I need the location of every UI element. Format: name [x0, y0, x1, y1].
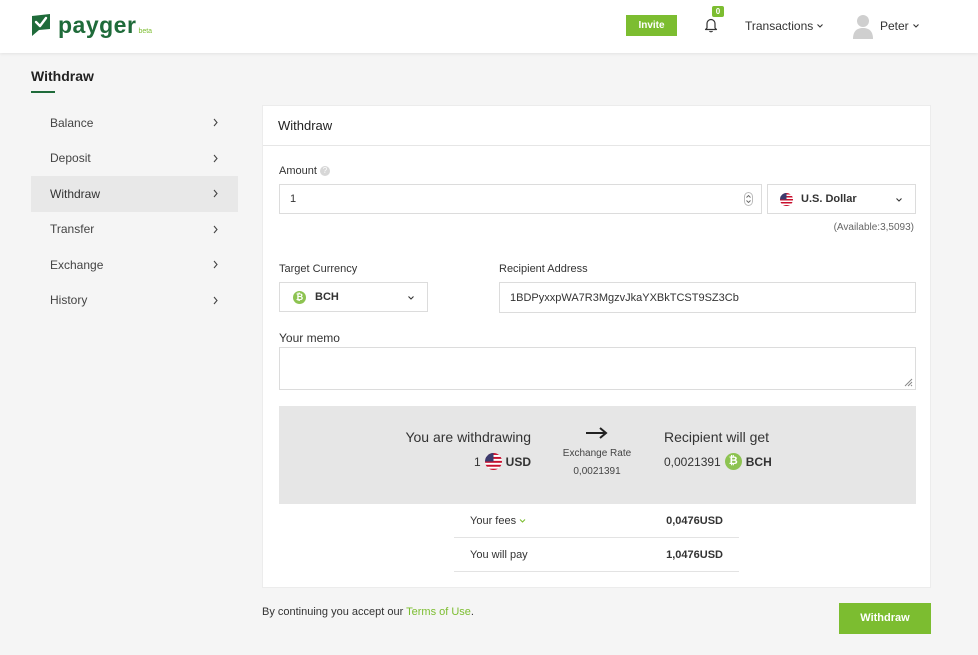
pay-value: 1,0476USD — [666, 548, 723, 561]
us-flag-icon — [484, 453, 502, 470]
terms-note: By continuing you accept our Terms of Us… — [262, 606, 474, 618]
exchange-rate-value: 0,0021391 — [573, 466, 621, 477]
recipient-address-input[interactable]: 1BDPyxxpWA7R3MgzvJkaYXBkTCST9SZ3Cb — [499, 282, 916, 313]
fees-value: 0,0476USD — [666, 514, 723, 527]
terms-of-use-link[interactable]: Terms of Use — [406, 606, 471, 618]
recipient-address-value: 1BDPyxxpWA7R3MgzvJkaYXBkTCST9SZ3Cb — [510, 291, 739, 304]
bch-icon: ₿ — [293, 290, 306, 304]
transactions-menu[interactable]: Transactions — [745, 19, 824, 33]
sidebar-item-label: Exchange — [50, 257, 104, 272]
recipient-address-label: Recipient Address — [499, 263, 588, 275]
amount-input[interactable]: 1 — [279, 184, 762, 214]
avatar-icon[interactable] — [852, 13, 874, 39]
chevron-right-icon — [213, 260, 218, 269]
page-title-underline — [31, 91, 55, 93]
sidebar-item-withdraw[interactable]: Withdraw — [31, 176, 238, 212]
notification-badge: 0 — [712, 6, 724, 17]
recipient-gets-currency: BCH — [745, 454, 772, 469]
sidebar-item-label: Withdraw — [50, 186, 101, 201]
target-currency-selected: BCH — [315, 291, 339, 303]
withdraw-summary: You are withdrawing 1 USD Exchange Rate … — [279, 406, 916, 504]
sidebar-nav: Balance Deposit Withdraw Transfer Exchan… — [31, 105, 238, 318]
chevron-right-icon — [213, 154, 218, 163]
beta-badge: beta — [138, 28, 153, 35]
sidebar-item-balance[interactable]: Balance — [31, 105, 238, 141]
amount-value: 1 — [290, 193, 297, 205]
sidebar-item-deposit[interactable]: Deposit — [31, 141, 238, 177]
user-menu[interactable]: Peter — [880, 19, 920, 33]
card-title: Withdraw — [263, 106, 930, 146]
help-icon[interactable]: ? — [319, 166, 330, 176]
sidebar-item-transfer[interactable]: Transfer — [31, 212, 238, 248]
bch-icon: ₿ — [724, 453, 742, 470]
terms-note-prefix: By continuing you accept our — [262, 606, 407, 618]
amount-label-wrap: Amount? — [279, 165, 330, 177]
withdrawing-currency: USD — [505, 454, 531, 469]
sidebar-item-label: Transfer — [50, 222, 95, 237]
brand-name: payger — [58, 12, 137, 38]
chevron-right-icon — [213, 225, 218, 234]
chevron-down-icon — [519, 518, 526, 523]
chevron-right-icon — [213, 118, 218, 127]
bell-icon[interactable] — [704, 17, 718, 33]
withdraw-button[interactable]: Withdraw — [839, 603, 931, 634]
sidebar-item-label: History — [50, 293, 88, 308]
user-name: Peter — [880, 19, 909, 33]
withdrawing-title: You are withdrawing — [405, 429, 531, 445]
stepper-icon[interactable] — [744, 192, 753, 206]
fees-label: Your fees — [470, 514, 517, 527]
withdrawing-amount: 1 USD — [474, 453, 531, 470]
chevron-down-icon — [817, 24, 824, 28]
recipient-gets-title: Recipient will get — [664, 429, 770, 445]
payger-logo[interactable]: payger beta — [30, 13, 152, 37]
chevron-right-icon — [213, 296, 218, 305]
transactions-label: Transactions — [745, 19, 814, 33]
withdrawing-amount-value: 1 — [473, 454, 481, 469]
withdraw-card: Withdraw Amount? 1 U.S. Dollar (Availabl… — [262, 105, 931, 588]
amount-label: Amount — [279, 165, 317, 177]
arrow-right-icon — [586, 427, 608, 439]
exchange-rate-label: Exchange Rate — [562, 448, 632, 459]
fees-row: Your fees 0,0476USD — [454, 504, 739, 538]
top-header: payger beta Invite 0 Transactions Peter — [0, 0, 978, 53]
pay-label: You will pay — [470, 548, 528, 561]
currency-select[interactable]: U.S. Dollar — [767, 184, 916, 214]
chevron-down-icon — [912, 24, 919, 28]
sidebar-item-label: Deposit — [50, 151, 91, 166]
recipient-gets-amount: 0,0021391 ₿ BCH — [664, 453, 772, 470]
chevron-down-icon — [896, 198, 902, 202]
page-title: Withdraw — [31, 68, 94, 84]
fees-toggle[interactable]: Your fees — [470, 515, 526, 527]
target-currency-label: Target Currency — [279, 263, 358, 275]
currency-selected: U.S. Dollar — [801, 193, 857, 205]
payger-logo-icon — [32, 14, 50, 36]
terms-note-suffix: . — [470, 606, 474, 618]
resize-handle-icon[interactable] — [903, 377, 913, 387]
memo-label: Your memo — [279, 331, 340, 345]
total-row: You will pay 1,0476USD — [454, 538, 739, 572]
chevron-down-icon — [408, 296, 414, 300]
sidebar-item-label: Balance — [50, 115, 94, 130]
us-flag-icon — [780, 192, 793, 206]
memo-textarea[interactable] — [279, 347, 916, 390]
recipient-gets-value: 0,0021391 — [664, 454, 721, 469]
sidebar-item-exchange[interactable]: Exchange — [31, 247, 238, 283]
sidebar-item-history[interactable]: History — [31, 283, 238, 319]
chevron-right-icon — [213, 189, 218, 198]
available-balance: (Available:3,5093) — [833, 222, 914, 233]
invite-button[interactable]: Invite — [626, 15, 677, 36]
target-currency-select[interactable]: ₿ BCH — [279, 282, 428, 312]
